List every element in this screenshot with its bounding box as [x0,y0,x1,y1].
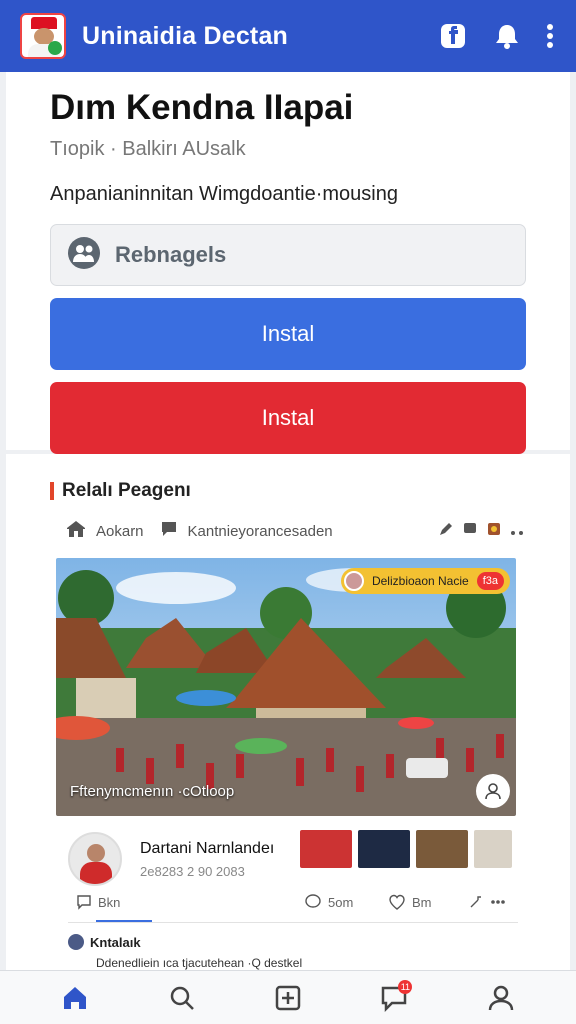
like-count: Bm [412,894,432,910]
more-horizontal-icon[interactable] [510,523,526,540]
profile-icon[interactable] [479,976,523,1020]
notifications-icon[interactable]: 11 [372,976,416,1020]
thumbnail[interactable] [416,830,468,868]
reaction-count: 5om [328,894,354,910]
thumbnail[interactable] [300,830,352,868]
live-label: Delizbioaon Nacie [371,574,469,588]
post-channel[interactable]: Kantnieyorancesaden [188,523,333,540]
comment-username[interactable]: Kntalaık [90,935,141,950]
live-pill[interactable]: Delizbioaon Nacie f3a [340,568,510,594]
comment-text: Ddenedliein ıca tjacutehean ·Q destkel [96,956,303,970]
author-avatar[interactable] [68,832,122,886]
notification-badge: 11 [398,979,413,994]
users-icon [67,236,101,275]
village-festival-image [56,558,516,816]
install-button-secondary[interactable]: Instal [50,382,526,454]
add-icon[interactable] [266,976,310,1020]
comment-header: Kntalaık [68,934,518,950]
page-subtitle: Tıopik · Balkirı AUsalk [50,138,246,160]
section-header: Relalı Peagenı [50,480,191,502]
store-icon [66,520,86,542]
thumbnail[interactable] [358,830,410,868]
thumbnail[interactable] [474,830,512,868]
home-icon[interactable] [53,976,97,1020]
post-actions: Bkn 5om Bm [68,890,518,923]
comment-icon [77,895,91,910]
comment-avatar[interactable] [68,934,84,950]
live-badge: f3a [476,572,504,590]
share-icon [470,896,481,908]
more-vertical-icon[interactable] [540,19,560,53]
thumbnail-strip [300,830,512,868]
bell-icon[interactable] [490,19,524,53]
app-info-card: Dım Kendna IIapai Tıopik · Balkirı AUsal… [6,72,570,454]
page-description: Anpanianinnitan Wimgdoantie·mousing [50,183,398,205]
facebook-icon[interactable] [436,19,470,53]
install-button-primary[interactable]: Instal [50,298,526,370]
app-title: Uninaidia Dectan [82,21,289,50]
chat-icon[interactable] [462,521,478,541]
edit-icon[interactable] [438,521,454,541]
reaction-action[interactable]: 5om [304,894,353,910]
like-action[interactable]: Bm [388,894,432,910]
section-title: Relalı Peagenı [62,480,191,501]
live-avatar [343,571,364,591]
app-logo[interactable] [20,13,66,59]
rebnagels-field[interactable]: Rebnagels [50,224,526,286]
divider [68,922,518,923]
bottom-navigation: 11 [0,970,576,1024]
author-row: Dartani Narnlandeı 2e8283 2 90 2083 [68,830,518,890]
search-icon[interactable] [160,976,204,1020]
comment-count: Bkn [98,894,121,910]
author-meta: 2e8283 2 90 2083 [140,864,245,879]
comment-action[interactable]: Bkn [76,894,120,910]
profile-fab-icon[interactable] [476,774,510,808]
section-accent-bar [50,482,54,500]
comment-bubble-icon [160,520,178,542]
post-category[interactable]: Aokarn [96,523,144,540]
more-horizontal-icon [491,900,505,904]
feed-card: Relalı Peagenı Aokarn Kantnieyorancesade… [6,454,570,970]
page-title: Dım Kendna IIapai [50,88,354,127]
share-action[interactable] [468,894,506,910]
comment: Kntalaık Ddenedliein ıca tjacutehean ·Q … [68,934,518,970]
chat-bubble-icon [305,894,321,908]
app-header: Uninaidia Dectan [0,0,576,72]
heart-icon [389,894,405,910]
post-photo[interactable]: Fftenymcmenın ·cOtloop Delizbioaon Nacie… [56,558,516,816]
field-label: Rebnagels [115,242,227,267]
photo-caption: Fftenymcmenın ·cOtloop [70,783,235,800]
sticker-icon[interactable] [486,521,502,541]
post-meta-row: Aokarn Kantnieyorancesaden [66,520,526,542]
author-name[interactable]: Dartani Narnlandeı [140,840,274,858]
